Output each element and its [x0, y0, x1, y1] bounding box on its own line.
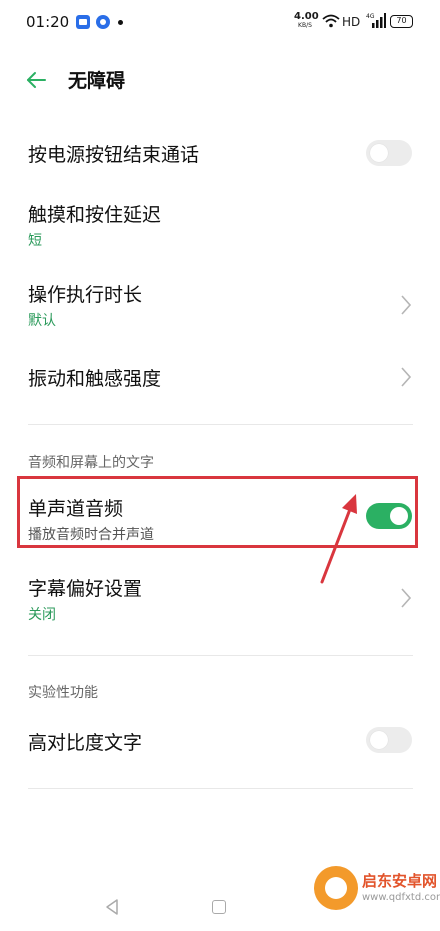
- setting-high-contrast-text[interactable]: 高对比度文字: [0, 716, 440, 766]
- section-header-experimental: 实验性功能: [28, 685, 98, 701]
- network-speed: 4.00 KB/S: [294, 11, 319, 30]
- setting-title: 高对比度文字: [28, 732, 143, 754]
- nav-back-icon[interactable]: [104, 898, 120, 916]
- page-title: 无障碍: [68, 70, 126, 92]
- wifi-icon: [322, 14, 340, 28]
- watermark-logo-icon: [314, 866, 358, 910]
- app-notification-icon: [76, 15, 90, 29]
- hd-indicator: HD: [342, 15, 361, 29]
- list-end-divider: [28, 788, 413, 789]
- watermark-url: www.qdfxtd.com: [362, 892, 440, 903]
- setting-title: 触摸和按住延迟: [28, 204, 162, 226]
- setting-caption-prefs[interactable]: 字幕偏好设置 关闭: [0, 562, 440, 626]
- setting-title: 按电源按钮结束通话: [28, 144, 200, 166]
- setting-touch-hold-delay[interactable]: 触摸和按住延迟 短: [0, 192, 440, 256]
- status-time: 01:20: [26, 13, 70, 31]
- section-divider: [28, 424, 413, 425]
- more-notifications-icon: [118, 20, 123, 25]
- watermark: 启东安卓网 www.qdfxtd.com: [306, 860, 440, 931]
- app-notification-icon-2: [96, 15, 110, 29]
- setting-title: 振动和触感强度: [28, 368, 162, 390]
- svg-text:4G: 4G: [366, 13, 375, 20]
- nav-home-icon[interactable]: [212, 900, 226, 914]
- toggle-knob: [370, 731, 388, 749]
- watermark-name: 启东安卓网: [362, 872, 438, 890]
- end-call-power-toggle[interactable]: [366, 140, 412, 166]
- status-bar: 01:20 4.00 KB/S HD 4G 70: [0, 0, 440, 46]
- battery-icon: 70: [390, 15, 413, 28]
- high-contrast-toggle[interactable]: [366, 727, 412, 753]
- setting-vibration[interactable]: 振动和触感强度: [0, 352, 440, 402]
- signal-icon: 4G: [366, 13, 386, 28]
- setting-title: 操作执行时长: [28, 284, 143, 306]
- setting-title: 字幕偏好设置: [28, 578, 143, 600]
- setting-value: 关闭: [28, 607, 56, 623]
- toggle-knob: [370, 144, 388, 162]
- chevron-right-icon: [401, 588, 412, 608]
- chevron-right-icon: [401, 295, 412, 315]
- section-header-audio: 音频和屏幕上的文字: [28, 455, 154, 471]
- section-divider: [28, 655, 413, 656]
- arrow-left-icon[interactable]: [24, 68, 48, 92]
- setting-value: 默认: [28, 313, 56, 329]
- setting-action-duration[interactable]: 操作执行时长 默认: [0, 272, 440, 336]
- setting-value: 短: [28, 233, 42, 249]
- chevron-right-icon: [401, 367, 412, 387]
- app-bar: 无障碍: [0, 56, 440, 104]
- setting-end-call-power[interactable]: 按电源按钮结束通话: [0, 128, 440, 178]
